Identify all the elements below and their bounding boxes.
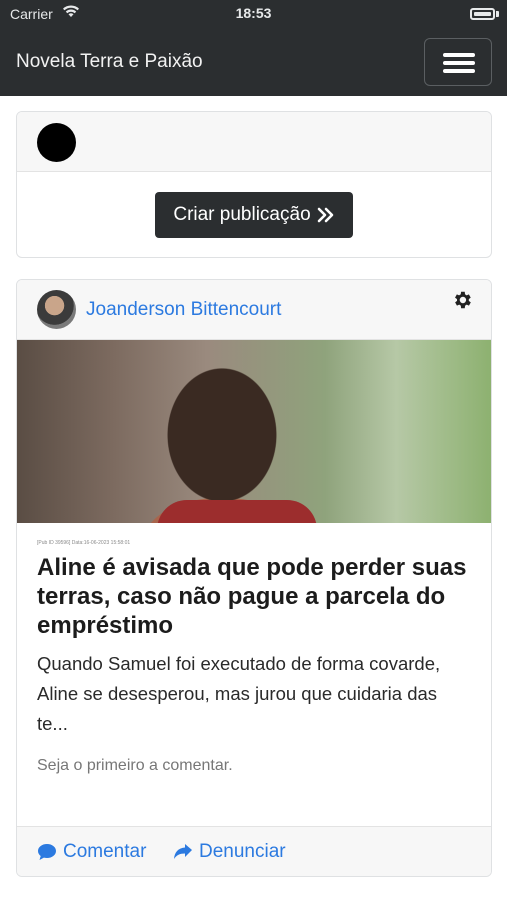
post-excerpt: Quando Samuel foi executado de forma cov… [37,653,441,734]
double-chevron-right-icon [317,207,333,223]
report-button[interactable]: Denunciar [173,841,286,863]
post-image[interactable] [17,340,491,523]
create-post-label: Criar publicação [173,204,311,225]
create-post-button[interactable]: Criar publicação [155,192,353,238]
comment-button[interactable]: Comentar [37,841,146,863]
post-header: Joanderson Bittencourt [17,280,491,340]
author-avatar[interactable] [37,290,76,329]
post-title[interactable]: Aline é avisada que pode perder suas ter… [37,553,471,640]
composer-card: Criar publicação [16,111,492,258]
speech-bubble-icon [38,844,56,860]
hamburger-line [443,69,475,73]
hamburger-menu-icon [443,53,475,57]
hamburger-line [443,61,475,65]
battery-cap [496,11,499,17]
battery-icon [470,8,495,20]
status-bar: Carrier 18:53 [0,0,507,30]
comment-label: Comentar [63,841,147,862]
share-arrow-icon [174,844,192,859]
composer-header [17,112,491,172]
post-footer: Comentar Denunciar [17,826,491,876]
post-body: [Pub ID 39596] Data:16-06-2023 15:58:01 … [17,523,491,775]
clock: 18:53 [235,5,272,21]
avatar[interactable] [37,123,76,162]
report-label: Denunciar [199,841,286,862]
comments-status: Seja o primeiro a comentar. [37,757,233,774]
top-bar: Carrier 18:53 Novela Terra e Paixão [0,0,507,96]
post-card: Joanderson Bittencourt [Pub ID 39596] Da… [16,279,492,877]
post-image-detail [157,500,317,523]
navbar-brand[interactable]: Novela Terra e Paixão [16,51,203,73]
author-name[interactable]: Joanderson Bittencourt [86,299,281,321]
gear-icon[interactable] [451,289,473,311]
hamburger-menu-button[interactable] [424,38,492,86]
post-meta: [Pub ID 39596] Data:16-06-2023 15:58:01 [37,540,131,546]
